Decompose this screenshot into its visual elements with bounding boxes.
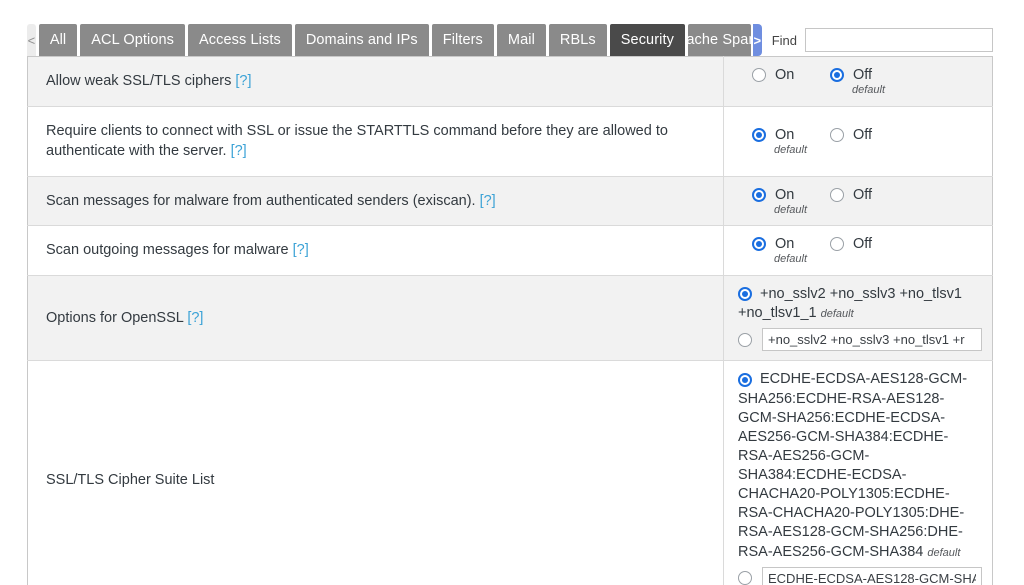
openssl-options-group: +no_sslv2 +no_sslv3 +no_tlsv1 +no_tlsv1_… (738, 285, 982, 352)
radio-option-off[interactable]: Off default (818, 67, 898, 96)
default-marker: default (774, 203, 808, 216)
find-label: Find (771, 32, 797, 48)
radio-option-off[interactable]: Off (818, 236, 898, 252)
help-icon[interactable]: [?] (231, 143, 247, 159)
cipher-suite-input[interactable] (762, 566, 982, 585)
default-marker: default (774, 253, 808, 266)
radio-off-icon[interactable] (830, 237, 844, 252)
row-label-cell: SSL/TLS Cipher Suite List (27, 360, 724, 585)
tab-mail[interactable]: Mail (496, 24, 546, 56)
table-row: Require clients to connect with SSL or i… (27, 106, 993, 177)
onoff-radio-group: On default Off (738, 127, 982, 156)
option-label: Allow weak SSL/TLS ciphers (46, 73, 232, 89)
openssl-options-input[interactable] (762, 328, 982, 352)
row-value-cell: On default Off (723, 225, 993, 276)
radio-on-label: On (775, 126, 795, 143)
option-label: Require clients to connect with SSL or i… (46, 122, 668, 160)
row-value-cell: On default Off (723, 176, 993, 226)
table-row: SSL/TLS Cipher Suite List ECDHE-ECDSA-AE… (27, 360, 993, 585)
row-value-cell: ECDHE-ECDSA-AES128-GCM-SHA256:ECDHE-RSA-… (723, 360, 993, 585)
onoff-radio-group: On Off default (738, 67, 982, 96)
radio-off-label: Off (853, 66, 873, 83)
row-value-cell: +no_sslv2 +no_sslv3 +no_tlsv1 +no_tlsv1_… (723, 275, 993, 361)
radio-off-label: Off (853, 236, 873, 253)
radio-on-icon[interactable] (752, 237, 766, 252)
onoff-radio-group: On default Off (738, 236, 982, 265)
table-row: Scan outgoing messages for malware [?] O… (27, 225, 993, 276)
radio-default-icon[interactable] (738, 372, 752, 387)
find-input[interactable] (805, 28, 993, 52)
radio-off-icon[interactable] (830, 127, 844, 142)
tab-apache-spamassassin[interactable]: Apache SpamA (687, 24, 751, 56)
row-value-cell: On default Off (723, 106, 993, 177)
radio-on-icon[interactable] (752, 127, 766, 142)
onoff-radio-group: On default Off (738, 187, 982, 216)
row-label-cell: Scan outgoing messages for malware [?] (27, 225, 724, 276)
security-settings-page: < All ACL Options Access Lists Domains a… (0, 0, 1024, 585)
radio-custom-icon[interactable] (738, 332, 752, 347)
radio-on-label: On (775, 186, 795, 203)
radio-option-on[interactable]: On default (738, 236, 818, 265)
row-value-cell: On Off default (723, 56, 993, 107)
table-row: Options for OpenSSL [?] +no_sslv2 +no_ss… (27, 275, 993, 361)
radio-off-label: Off (853, 186, 873, 203)
radio-custom-icon[interactable] (738, 571, 752, 585)
help-icon[interactable]: [?] (293, 242, 309, 258)
default-option-value: ECDHE-ECDSA-AES128-GCM-SHA256:ECDHE-RSA-… (738, 371, 968, 560)
help-icon[interactable]: [?] (480, 193, 496, 209)
option-label: Scan outgoing messages for malware (46, 242, 289, 259)
radio-option-on[interactable]: On (738, 67, 818, 83)
help-icon[interactable]: [?] (235, 73, 251, 89)
tab-security[interactable]: Security (609, 24, 685, 56)
radio-option-off[interactable]: Off (818, 127, 898, 143)
help-icon[interactable]: [?] (187, 310, 203, 326)
radio-option-custom[interactable] (738, 566, 982, 585)
radio-on-label: On (775, 236, 795, 253)
option-label: Options for OpenSSL (46, 309, 184, 326)
default-marker: default (774, 143, 808, 156)
radio-option-on[interactable]: On default (738, 127, 818, 156)
security-options-table: Allow weak SSL/TLS ciphers [?] On Off de… (27, 56, 993, 585)
radio-option-on[interactable]: On default (738, 187, 818, 216)
row-label-cell: Options for OpenSSL [?] (27, 275, 724, 361)
find-control: Find (772, 24, 993, 56)
radio-option-default[interactable]: +no_sslv2 +no_sslv3 +no_tlsv1 +no_tlsv1_… (738, 285, 982, 324)
option-label: Scan messages for malware from authentic… (46, 192, 476, 209)
tab-bar: < All ACL Options Access Lists Domains a… (27, 24, 993, 56)
table-row: Allow weak SSL/TLS ciphers [?] On Off de… (27, 56, 993, 107)
radio-on-icon[interactable] (752, 187, 766, 202)
default-marker: default (927, 546, 961, 559)
tab-rbls[interactable]: RBLs (548, 24, 607, 56)
default-marker: default (852, 83, 886, 96)
radio-off-label: Off (853, 126, 873, 143)
radio-option-custom[interactable] (738, 328, 982, 352)
cipher-suite-group: ECDHE-ECDSA-AES128-GCM-SHA256:ECDHE-RSA-… (738, 370, 982, 585)
tab-scroll-prev-button[interactable]: < (27, 24, 36, 56)
tab-domains-and-ips[interactable]: Domains and IPs (294, 24, 429, 56)
table-row: Scan messages for malware from authentic… (27, 176, 993, 226)
row-label-cell: Require clients to connect with SSL or i… (27, 106, 724, 177)
radio-option-default[interactable]: ECDHE-ECDSA-AES128-GCM-SHA256:ECDHE-RSA-… (738, 370, 982, 561)
radio-option-off[interactable]: Off (818, 187, 898, 203)
tab-filters[interactable]: Filters (431, 24, 494, 56)
option-label: SSL/TLS Cipher Suite List (46, 471, 215, 488)
radio-off-icon[interactable] (830, 187, 844, 202)
default-marker: default (820, 308, 854, 321)
row-label-cell: Allow weak SSL/TLS ciphers [?] (27, 56, 724, 107)
row-label-cell: Scan messages for malware from authentic… (27, 176, 724, 226)
radio-off-icon[interactable] (830, 67, 844, 82)
tab-all[interactable]: All (38, 24, 78, 56)
radio-default-icon[interactable] (738, 287, 752, 302)
radio-on-label: On (775, 66, 795, 83)
tab-scroll-next-button[interactable]: > (752, 24, 762, 56)
tab-access-lists[interactable]: Access Lists (188, 24, 292, 56)
radio-on-icon[interactable] (752, 67, 766, 82)
tab-acl-options[interactable]: ACL Options (80, 24, 186, 56)
